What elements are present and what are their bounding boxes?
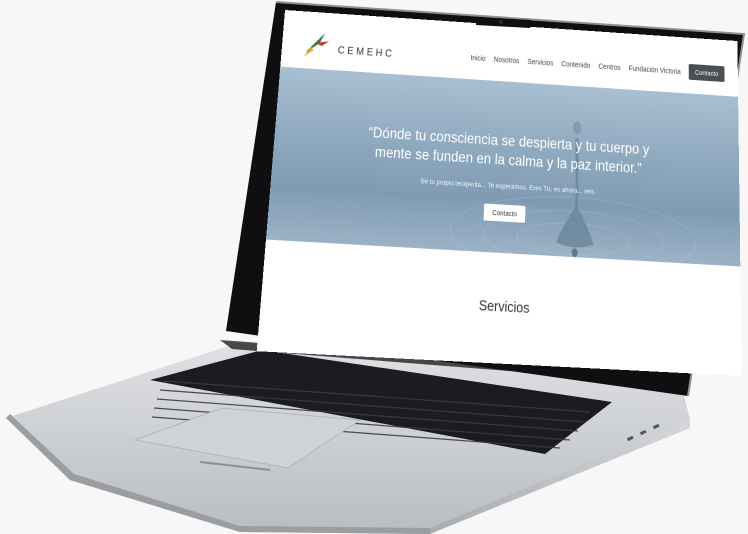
laptop-mockup: CEMEHC Inicio Nosotros Servicios Conteni… bbox=[0, 0, 748, 534]
camera-notch bbox=[476, 17, 531, 28]
